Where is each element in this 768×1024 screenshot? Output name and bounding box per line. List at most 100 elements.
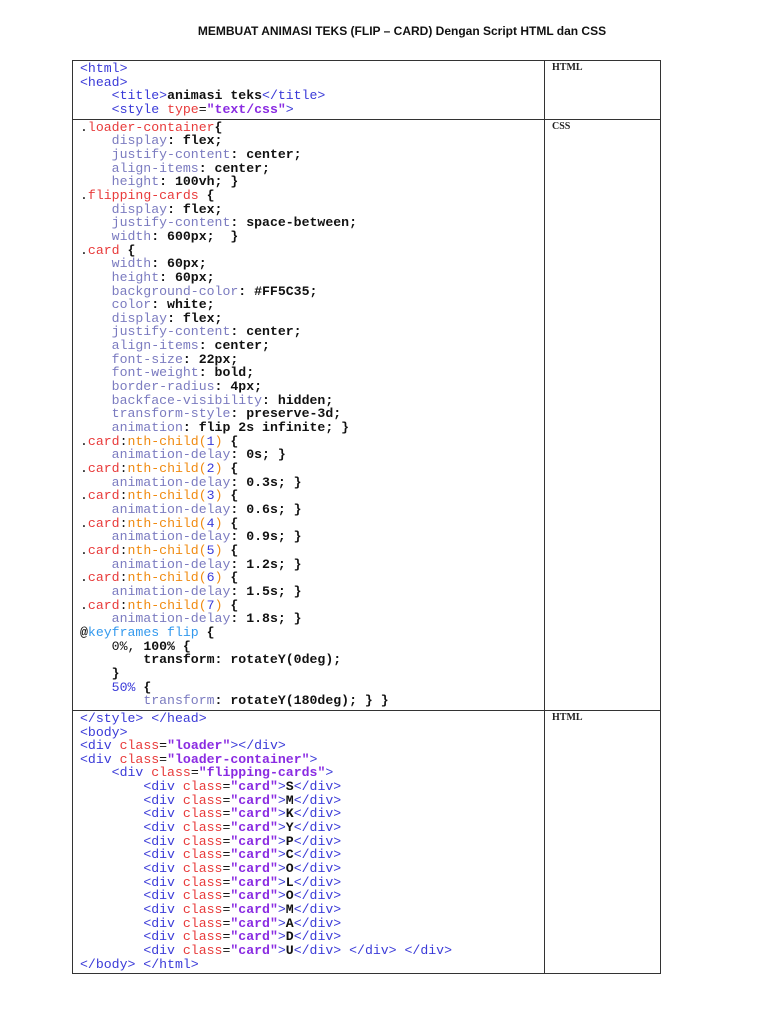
code-token: { (198, 624, 215, 640)
code-line: <div class="card">K</div> (80, 807, 544, 821)
language-label: CSS (544, 118, 661, 711)
code-line: animation-delay: 0.9s; } (80, 530, 544, 544)
code-line: <div class="card">P</div> (80, 834, 544, 849)
code-line: <title>animasi teks</title> (80, 89, 544, 103)
code-row: .loader-container{ display: flex; justif… (72, 118, 661, 711)
code-line: justify-content: space-between; (80, 216, 544, 230)
code-line: justify-content: center; (80, 325, 544, 339)
code-token: "card" (230, 943, 278, 958)
code-line: animation-delay: 0.6s; } (80, 503, 544, 517)
code-token: : 1.2s; } (230, 556, 302, 572)
code-cell: <html> <head> <title>animasi teks</title>… (72, 60, 545, 120)
code-token: type (167, 101, 199, 117)
code-line: .card:nth-child(6) { (80, 571, 544, 585)
document-title: MEMBUAT ANIMASI TEKS (FLIP – CARD) Denga… (197, 24, 607, 38)
code-token: transform (143, 693, 215, 709)
code-line: justify-content: center; (80, 148, 544, 162)
code-line: <body> (80, 725, 544, 740)
code-line: </style> </head> (80, 712, 544, 726)
code-line: .loader-container{ (80, 120, 544, 135)
code-line: .card:nth-child(3) { (80, 489, 544, 503)
language-label: HTML (544, 60, 661, 120)
code-line: .card:nth-child(7) { (80, 598, 544, 613)
code-line: .card:nth-child(1) { (80, 434, 544, 449)
code-line: transform: rotateY(180deg); } } (80, 694, 544, 708)
code-line: transform: rotateY(0deg); (80, 653, 544, 667)
code-line: <div class="card">A</div> (80, 916, 544, 931)
code-line: animation-delay: 0s; } (80, 448, 544, 462)
code-token: "text/css" (206, 101, 286, 117)
code-token: : 1.8s; } (230, 611, 302, 627)
code-line: @keyframes flip { (80, 626, 544, 640)
code-line: } (80, 667, 544, 681)
code-line: align-items: center; (80, 161, 544, 176)
code-line: 50% { (80, 680, 544, 695)
code-line: border-radius: 4px; (80, 380, 544, 394)
code-line: <div class="card">U</div> </div> </div> (80, 944, 544, 958)
code-cell: </style> </head> <body> <div class="loader… (72, 709, 545, 975)
code-line: .card:nth-child(5) { (80, 544, 544, 558)
code-line: display: flex; (80, 311, 544, 326)
code-line: <div class="loader"></div> (80, 739, 544, 753)
code-table: <html> <head> <title>animasi teks</title>… (72, 60, 661, 975)
code-line: <div class="card">Y</div> (80, 821, 544, 835)
code-line: backface-visibility: hidden; (80, 393, 544, 408)
code-line: font-weight: bold; (80, 366, 544, 380)
code-line: <div class="loader-container"> (80, 752, 544, 767)
code-token: : 600px; } (151, 228, 239, 244)
language-label: HTML (544, 709, 661, 975)
code-line: <div class="flipping-cards"> (80, 766, 544, 780)
code-line: width: 60px; (80, 257, 544, 271)
code-line: background-color: #FF5C35; (80, 284, 544, 299)
code-token: </body> </html> (80, 956, 199, 972)
code-token: > (285, 101, 294, 117)
code-row: <html> <head> <title>animasi teks</title>… (72, 60, 661, 120)
code-line: animation-delay: 1.2s; } (80, 556, 544, 572)
code-line: font-size: 22px; (80, 352, 544, 367)
code-token: <style (111, 101, 168, 117)
code-line: .card:nth-child(2) { (80, 462, 544, 476)
code-line: .card:nth-child(4) { (80, 516, 544, 531)
code-line: height: 100vh; } (80, 175, 544, 189)
code-line: <head> (80, 75, 544, 90)
code-token: transform: rotateY(0deg); (143, 652, 342, 668)
code-cell: .loader-container{ display: flex; justif… (72, 118, 545, 711)
code-line: <html> (80, 62, 544, 76)
code-line: .flipping-cards { (80, 189, 544, 203)
code-line: <div class="card">D</div> (80, 930, 544, 944)
code-line: </body> </html> (80, 956, 544, 972)
code-token: : space-between; (230, 215, 357, 231)
code-token: </div> </div> </div> (293, 943, 452, 958)
code-line: animation-delay: 0.3s; } (80, 474, 544, 490)
code-line: <div class="card">L</div> (80, 875, 544, 890)
code-line: <div class="card">O</div> (80, 862, 544, 876)
code-token: U (285, 943, 294, 958)
code-token: > (277, 943, 286, 958)
code-token: : 0.9s; } (230, 529, 302, 545)
code-line: <div class="card">C</div> (80, 848, 544, 862)
code-line: display: flex; (80, 202, 544, 217)
code-line: color: white; (80, 298, 544, 312)
code-line: <style type="text/css"> (80, 103, 544, 117)
code-token: : rotateY(180deg); } } (214, 693, 389, 709)
code-line: .card { (80, 243, 544, 258)
code-line: display: flex; (80, 134, 544, 148)
code-token: = (198, 101, 207, 117)
code-line: animation: flip 2s infinite; } (80, 421, 544, 435)
code-line: transform-style: preserve-3d; (80, 407, 544, 421)
code-line: animation-delay: 1.8s; } (80, 612, 544, 626)
code-line: <div class="card">O</div> (80, 889, 544, 903)
code-line: width: 600px; } (80, 230, 544, 244)
code-line: 0%, 100% { (80, 639, 544, 654)
code-token: : 0.3s; } (230, 474, 302, 490)
code-token: : 1.5s; } (230, 583, 302, 599)
code-line: height: 60px; (80, 271, 544, 285)
code-line: <div class="card">S</div> (80, 780, 544, 794)
code-line: align-items: center; (80, 339, 544, 353)
code-token: : 0.6s; } (230, 502, 302, 517)
code-line: <div class="card">M</div> (80, 903, 544, 917)
code-line: <div class="card">M</div> (80, 793, 544, 808)
code-token: : 0s; } (230, 447, 286, 463)
